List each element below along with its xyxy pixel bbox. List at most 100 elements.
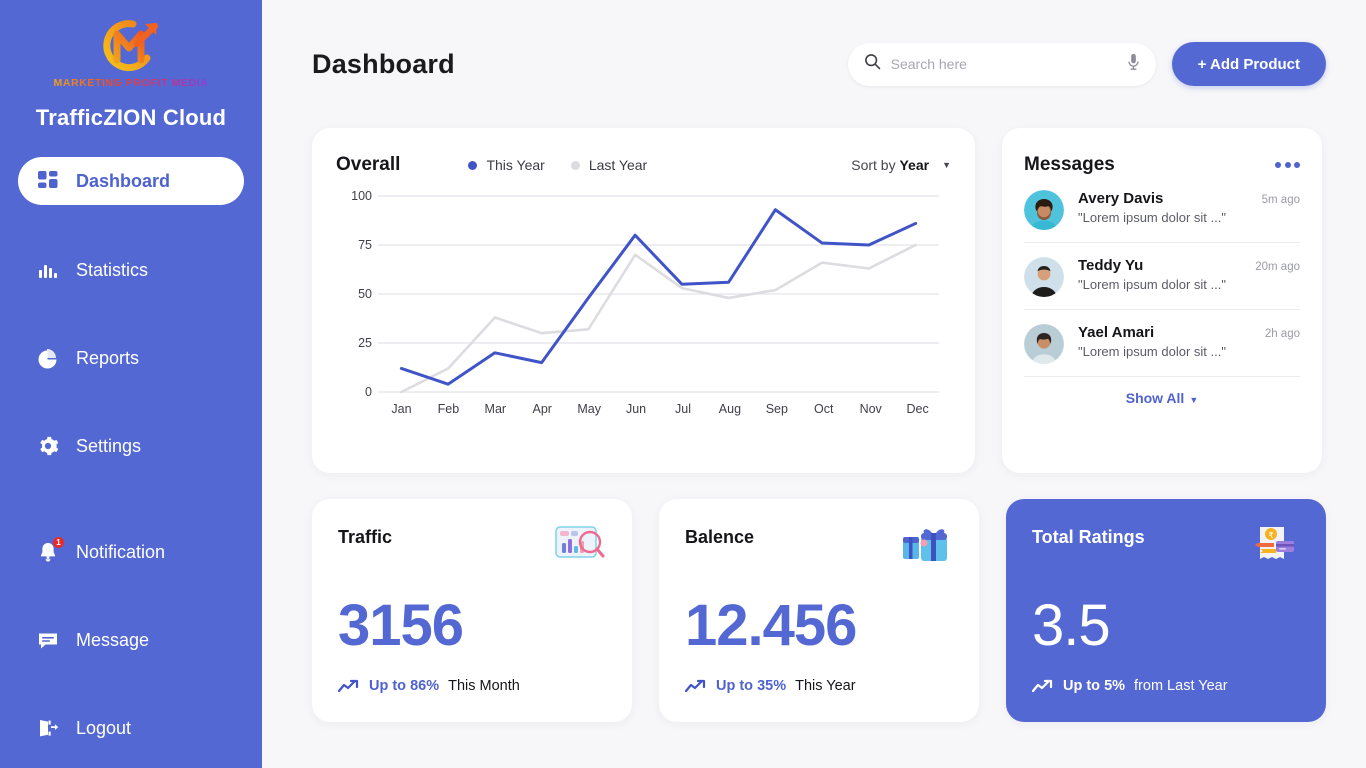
message-sender: Yael Amari [1078,324,1154,341]
stat-title: Total Ratings [1032,527,1145,548]
nav-spacer [0,293,262,335]
page-title: Dashboard [312,49,455,80]
sidebar: MARKETING PROFIT MEDIA TrafficZION Cloud… [0,0,262,768]
x-tick: Oct [800,402,847,416]
sidebar-item-statistics[interactable]: Statistics [18,247,244,293]
messages-more-icon[interactable] [1275,162,1300,168]
stat-period: This Year [795,678,855,694]
message-time: 2h ago [1265,328,1300,340]
stats-row: Traffic [312,499,1326,722]
grid-icon [36,169,60,193]
line-chart-svg [336,188,949,400]
sidebar-item-message[interactable]: Message [18,617,244,663]
stat-change: Up to 86% [369,678,439,694]
legend-this-year[interactable]: This Year [468,157,544,173]
message-body: Yael Amari 2h ago "Lorem ipsum dolor sit… [1078,324,1300,364]
x-tick: Feb [425,402,472,416]
legend-label: This Year [486,157,544,173]
stat-card-total-ratings: Total Ratings ₹ [1006,499,1326,722]
sidebar-item-reports[interactable]: Reports [18,335,244,381]
sort-by-dropdown[interactable]: Sort by Year ▼ [851,157,951,173]
stat-change: Up to 35% [716,678,786,694]
stat-footer: Up to 35% This Year [685,678,856,694]
sidebar-item-label: Dashboard [76,171,170,192]
x-tick: May [566,402,613,416]
chart-plot-area: 100 75 50 25 0 Jan Feb Mar Apr May Jun [336,188,951,438]
message-preview: "Lorem ipsum dolor sit ..." [1078,277,1300,292]
dashboard-app: MARKETING PROFIT MEDIA TrafficZION Cloud… [0,0,1366,768]
x-tick: Aug [706,402,753,416]
nav-spacer [0,205,262,247]
message-body: Teddy Yu 20m ago "Lorem ipsum dolor sit … [1078,257,1300,297]
stat-header: Balence [685,527,953,571]
analytics-icon [552,521,606,571]
stat-period: This Month [448,678,520,694]
sidebar-item-label: Message [76,630,149,651]
nav-spacer [0,381,262,423]
sort-by-value: Year [899,157,929,173]
trend-up-icon [1032,679,1054,693]
logo-tagline: MARKETING PROFIT MEDIA [54,77,209,89]
x-tick: Jul [660,402,707,416]
microphone-icon[interactable] [1127,53,1140,76]
messages-header: Messages [1024,154,1300,176]
sidebar-item-logout[interactable]: Logout [18,705,244,751]
sidebar-item-label: Logout [76,718,131,739]
notification-badge: 1 [53,537,64,548]
stat-footer: Up to 5% from Last Year [1032,678,1228,694]
sidebar-item-dashboard[interactable]: Dashboard [18,157,244,205]
message-item[interactable]: Yael Amari 2h ago "Lorem ipsum dolor sit… [1024,310,1300,377]
chat-icon [36,628,60,652]
top-row: Overall This Year Last Year Sort by Year [312,128,1326,473]
nav-spacer [0,751,262,768]
chart-title: Overall [336,154,400,176]
sidebar-item-notification[interactable]: 1 Notification [18,529,244,575]
message-preview: "Lorem ipsum dolor sit ..." [1078,210,1300,225]
x-tick: Sep [753,402,800,416]
bell-icon: 1 [36,540,60,564]
x-tick: Dec [894,402,941,416]
pie-chart-icon [36,346,60,370]
sidebar-item-settings[interactable]: Settings [18,423,244,469]
message-body: Avery Davis 5m ago "Lorem ipsum dolor si… [1078,190,1300,230]
add-product-button[interactable]: + Add Product [1172,42,1326,86]
overall-chart-card: Overall This Year Last Year Sort by Year [312,128,975,473]
message-item[interactable]: Avery Davis 5m ago "Lorem ipsum dolor si… [1024,176,1300,243]
x-tick: Nov [847,402,894,416]
messages-card: Messages [1002,128,1322,473]
gift-icon [899,521,953,571]
message-sender: Avery Davis [1078,190,1163,207]
legend-last-year[interactable]: Last Year [571,157,647,173]
avatar [1024,324,1064,364]
sidebar-nav: Dashboard Statistics [0,157,262,768]
logo-block: MARKETING PROFIT MEDIA [0,8,262,89]
message-preview: "Lorem ipsum dolor sit ..." [1078,344,1300,359]
svg-text:₹: ₹ [1268,531,1273,540]
x-tick: Apr [519,402,566,416]
chevron-down-icon: ▼ [1189,395,1198,405]
stat-card-balence: Balence 12.456 [659,499,979,722]
topbar-actions: + Add Product [848,42,1326,86]
x-tick: Jun [613,402,660,416]
stat-title: Traffic [338,527,392,548]
marketing-profit-media-logo-icon [91,14,171,76]
message-item[interactable]: Teddy Yu 20m ago "Lorem ipsum dolor sit … [1024,243,1300,310]
show-all-button[interactable]: Show All▼ [1024,390,1300,406]
chart-legend: This Year Last Year [468,157,647,173]
stat-card-traffic: Traffic [312,499,632,722]
stat-change: Up to 5% [1063,678,1125,694]
search-input[interactable] [891,56,1117,72]
message-meta: Teddy Yu 20m ago [1078,257,1300,274]
avatar [1024,190,1064,230]
trend-up-icon [685,679,707,693]
search-icon [864,53,881,75]
search-bar[interactable] [848,43,1156,86]
legend-dot-last-year [571,161,580,170]
message-time: 5m ago [1262,194,1300,206]
sort-by-text: Sort by Year [851,157,929,173]
stat-footer: Up to 86% This Month [338,678,520,694]
stat-header: Total Ratings ₹ [1032,527,1300,571]
message-meta: Yael Amari 2h ago [1078,324,1300,341]
trend-up-icon [338,679,360,693]
message-meta: Avery Davis 5m ago [1078,190,1300,207]
